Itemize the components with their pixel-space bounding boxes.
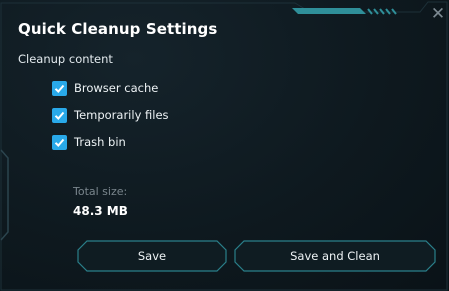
quick-cleanup-dialog: Quick Cleanup Settings ✕ Cleanup content… [0, 0, 449, 291]
cleanup-content-label: Cleanup content [18, 52, 113, 66]
option-label: Browser cache [74, 81, 159, 95]
option-label: Trash bin [74, 135, 126, 149]
close-icon[interactable]: ✕ [428, 4, 448, 24]
total-size-label: Total size: [73, 185, 128, 198]
option-browser-cache[interactable]: Browser cache [52, 80, 158, 96]
save-and-clean-button[interactable]: Save and Clean [234, 240, 436, 272]
option-label: Temporarily files [74, 108, 169, 122]
option-trash-bin[interactable]: Trash bin [52, 134, 126, 150]
save-and-clean-button-label: Save and Clean [290, 249, 380, 263]
option-temporarily-files[interactable]: Temporarily files [52, 107, 169, 123]
save-button[interactable]: Save [77, 240, 227, 272]
checkbox-checked-icon[interactable] [52, 107, 67, 123]
save-button-label: Save [137, 249, 167, 263]
dialog-title: Quick Cleanup Settings [18, 20, 218, 38]
checkbox-checked-icon[interactable] [52, 80, 67, 96]
checkbox-checked-icon[interactable] [52, 134, 67, 150]
total-size-value: 48.3 MB [73, 204, 128, 218]
